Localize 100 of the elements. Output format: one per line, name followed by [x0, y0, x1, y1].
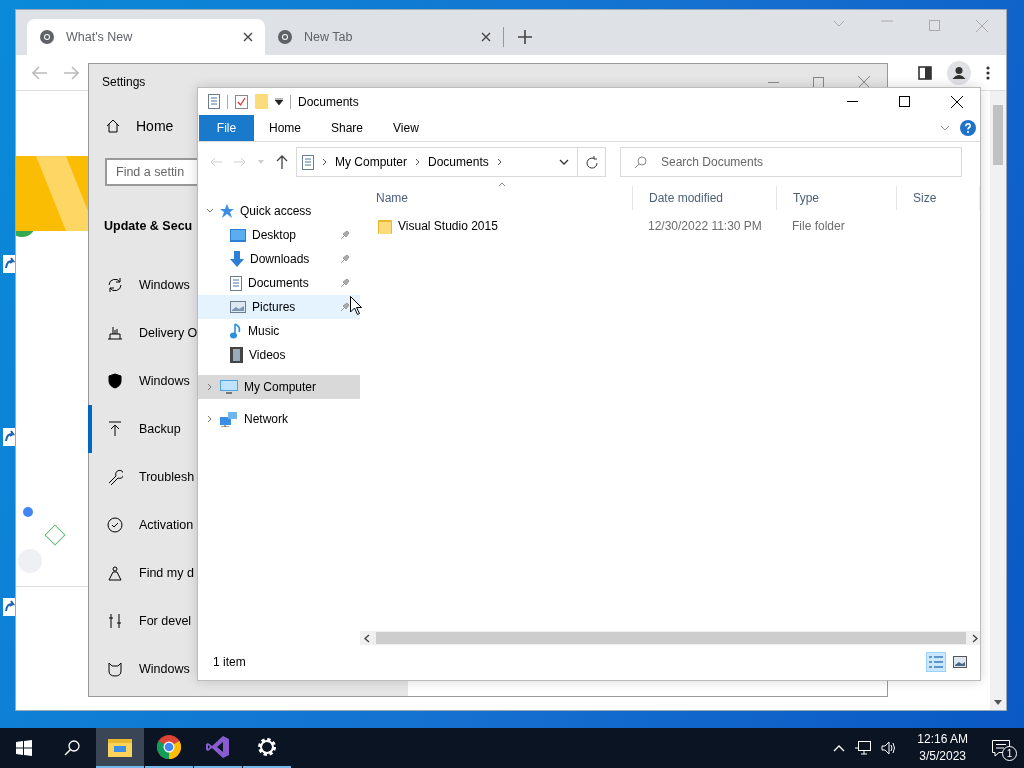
settings-nav-item[interactable]: For devel	[88, 597, 198, 645]
breadcrumb-item[interactable]: Documents	[428, 155, 489, 169]
chevron-down-icon[interactable]	[559, 159, 569, 165]
tree-item[interactable]: Pictures	[198, 295, 360, 319]
help-icon[interactable]	[960, 120, 976, 136]
shortcut-icon[interactable]	[2, 597, 16, 619]
scrollbar-thumb[interactable]	[993, 105, 1003, 165]
network-icon[interactable]	[855, 741, 872, 755]
check-circle-icon	[107, 517, 123, 533]
browser-tab[interactable]: New Tab	[265, 19, 503, 55]
scrollbar[interactable]	[990, 91, 1006, 710]
film-icon	[230, 347, 243, 363]
browser-logo-icon	[277, 29, 293, 45]
chevron-right-icon	[322, 158, 327, 166]
taskbar-app-button[interactable]	[96, 728, 144, 768]
tree-label: Pictures	[252, 300, 296, 314]
speaker-icon[interactable]	[881, 741, 898, 755]
ribbon-tab[interactable]: Home	[254, 121, 316, 135]
up-arrow-icon[interactable]	[276, 155, 288, 169]
dropdown-icon[interactable]	[275, 98, 283, 105]
browser-tab[interactable]: What's New	[27, 19, 265, 55]
chevron-right-icon[interactable]	[206, 415, 214, 423]
tree-label: My Computer	[244, 380, 317, 394]
clock[interactable]: 12:16 AM 3/5/2023	[907, 731, 978, 765]
tree-label: Documents	[248, 276, 309, 290]
clock-time: 12:16 AM	[917, 731, 968, 748]
column-header[interactable]: Name	[360, 186, 632, 210]
ribbon-tab[interactable]: View	[378, 121, 434, 135]
refresh-button[interactable]	[578, 147, 606, 177]
file-row[interactable]: Visual Studio 2015 12/30/2022 11:30 PM File folder	[360, 215, 980, 237]
desktop-icon	[230, 228, 246, 242]
image-icon	[230, 301, 246, 313]
pin-icon[interactable]	[340, 278, 350, 288]
maximize-icon[interactable]	[899, 96, 910, 107]
profile-icon[interactable]	[947, 60, 971, 85]
checklist-icon[interactable]	[235, 94, 248, 109]
infinity-ribbon-icon	[206, 735, 230, 759]
tree-label: Quick access	[240, 204, 312, 218]
tree-item[interactable]: Documents	[198, 271, 360, 295]
monitor-icon	[220, 379, 238, 395]
notification-icon[interactable]	[992, 739, 1010, 757]
wrench-icon	[107, 469, 123, 485]
star-icon	[220, 204, 234, 218]
pin-icon[interactable]	[340, 302, 350, 312]
breadcrumb-item[interactable]: My Computer	[335, 155, 408, 169]
menu-icon[interactable]	[986, 65, 990, 80]
folder-icon	[108, 737, 132, 757]
settings-nav-item[interactable]: Activation	[88, 501, 198, 549]
pin-icon[interactable]	[340, 254, 350, 264]
shortcut-icon[interactable]	[2, 254, 16, 276]
search-field[interactable]: Find a settin	[105, 158, 198, 186]
minimize-icon[interactable]	[768, 81, 779, 83]
tree-label: Network	[244, 412, 288, 426]
shortcut-icon[interactable]	[2, 427, 16, 449]
shield-icon	[107, 373, 123, 389]
settings-nav-item[interactable]: Windows	[88, 261, 198, 309]
side-panel-icon[interactable]	[918, 65, 932, 80]
column-header[interactable]: Type	[776, 186, 896, 210]
scroll-right-icon[interactable]	[972, 633, 978, 643]
settings-nav-item[interactable]: Delivery O	[88, 309, 198, 357]
chevron-right-icon	[496, 158, 502, 166]
tree-item[interactable]: Music	[198, 319, 360, 343]
settings-nav-item[interactable]: Windows	[88, 357, 198, 405]
settings-nav-item[interactable]: Troublesh	[88, 453, 198, 501]
tree-item[interactable]: My Computer	[198, 375, 360, 399]
scroll-down-icon[interactable]	[994, 700, 1002, 705]
scrollbar[interactable]	[360, 631, 980, 645]
tree-item[interactable]: Desktop	[198, 223, 360, 247]
search-icon[interactable]	[64, 740, 80, 756]
home-link[interactable]: Home	[89, 102, 198, 150]
section-title: Update & Secu	[104, 219, 193, 235]
date-cell-text: 12/30/2022 11:30 PM	[647, 219, 763, 233]
tree-item[interactable]: Videos	[198, 343, 360, 367]
ribbon-tab[interactable]: Share	[316, 121, 379, 135]
window-title: Settings	[102, 75, 146, 89]
tree-label: Music	[248, 324, 280, 338]
scrollbar-thumb[interactable]	[376, 632, 966, 644]
cat-icon	[107, 661, 123, 677]
settings-nav-item[interactable]: Find my d	[88, 549, 198, 597]
document-icon[interactable]	[208, 94, 220, 109]
new-tab-icon[interactable]	[518, 30, 532, 44]
tree-item[interactable]: Network	[198, 407, 360, 431]
settings-nav-item[interactable]: Windows	[88, 645, 198, 693]
tree-item[interactable]: Downloads	[198, 247, 360, 271]
settings-icon	[256, 736, 278, 758]
column-header[interactable]: Size	[896, 186, 976, 210]
column-header[interactable]: Date modified	[632, 186, 776, 210]
chevron-right-icon[interactable]	[206, 383, 214, 391]
tools-icon	[107, 613, 123, 629]
scroll-left-icon[interactable]	[364, 633, 370, 643]
pin-icon[interactable]	[340, 230, 350, 240]
tree-item[interactable]: Quick access	[198, 199, 360, 223]
close-icon[interactable]	[243, 32, 253, 42]
tree-label: Desktop	[252, 228, 297, 242]
chevron-up-icon[interactable]	[833, 744, 846, 752]
address-bar[interactable]: My Computer Documents	[296, 147, 578, 177]
file-tab[interactable]: File	[199, 115, 254, 141]
close-icon[interactable]	[951, 95, 963, 108]
close-icon[interactable]	[481, 32, 491, 42]
windows-start-icon[interactable]	[16, 740, 32, 756]
